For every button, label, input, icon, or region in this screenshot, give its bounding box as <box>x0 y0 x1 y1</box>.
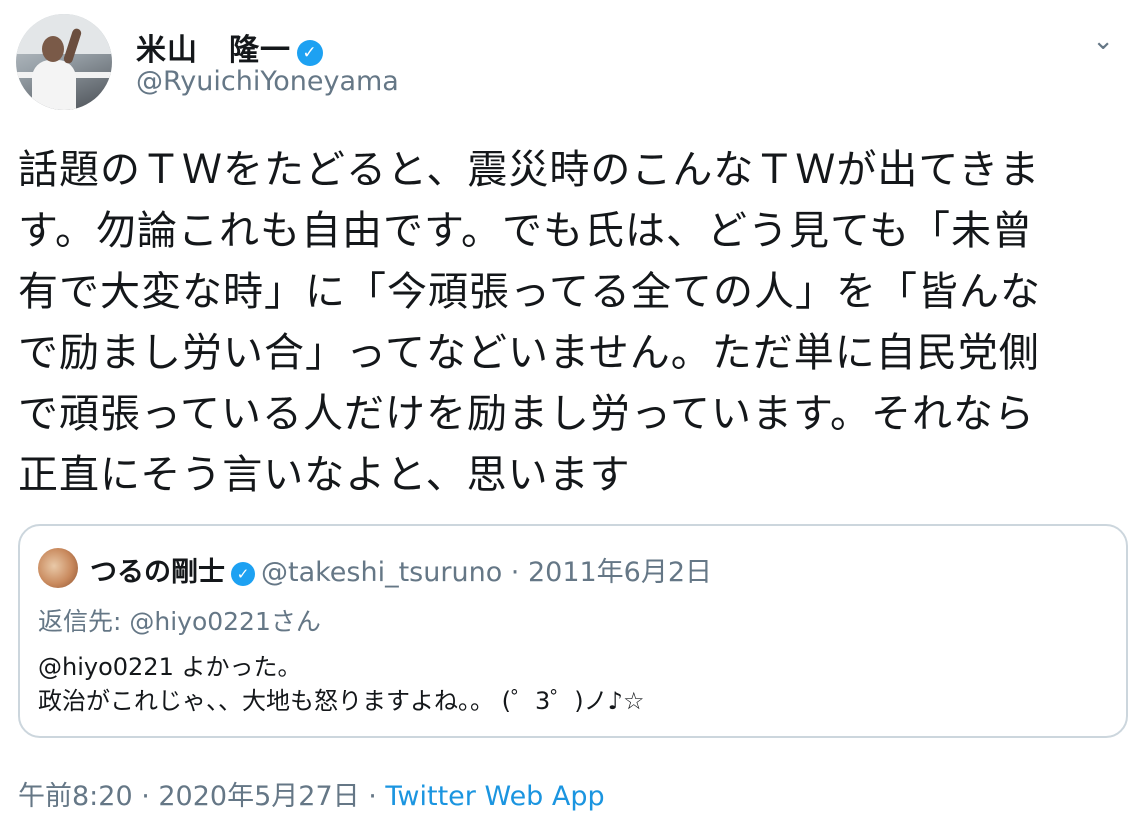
tweet-text: 話題のＴＷをたどると、震災時のこんなＴＷが出てきま す。勿論これも自由です。でも… <box>18 147 1041 498</box>
quoted-author-name: つるの剛士 <box>90 557 225 588</box>
tweet-meta: 午前8:20 · 2020年5月27日 · Twitter Web App <box>18 774 605 813</box>
verified-badge-icon: ✓ <box>297 40 323 66</box>
quoted-tweet-text: @hiyo0221 よかった。 政治がこれじゃ、、大地も怒りますよね。。 (゜3… <box>38 653 645 715</box>
author-name-row[interactable]: 米山 隆一 ✓ <box>136 25 323 69</box>
chevron-down-icon[interactable]: ⌄ <box>1092 26 1114 56</box>
quoted-tweet-card[interactable]: つるの剛士 ✓ @takeshi_tsuruno · 2011年6月2日 返信先: … <box>18 524 1128 738</box>
quoted-tweet-header: つるの剛士 ✓ @takeshi_tsuruno · 2011年6月2日 <box>90 550 712 589</box>
quoted-author-handle: @takeshi_tsuruno <box>261 557 503 588</box>
avatar-background <box>16 14 112 54</box>
author-name[interactable]: 米山 隆一 <box>136 33 291 68</box>
quoted-replying-to: 返信先: @hiyo0221さん <box>38 607 321 636</box>
quoted-author-avatar <box>38 548 78 588</box>
avatar-body <box>32 60 76 110</box>
tweet-timestamp[interactable]: 午前8:20 · 2020年5月27日 · <box>18 781 385 812</box>
tweet-source-link[interactable]: Twitter Web App <box>385 781 604 812</box>
author-handle[interactable]: @RyuichiYoneyama <box>136 66 399 97</box>
author-avatar[interactable] <box>16 14 112 110</box>
verified-badge-icon: ✓ <box>231 562 255 586</box>
avatar-head <box>42 36 64 62</box>
quoted-tweet-date: · 2011年6月2日 <box>502 557 713 588</box>
